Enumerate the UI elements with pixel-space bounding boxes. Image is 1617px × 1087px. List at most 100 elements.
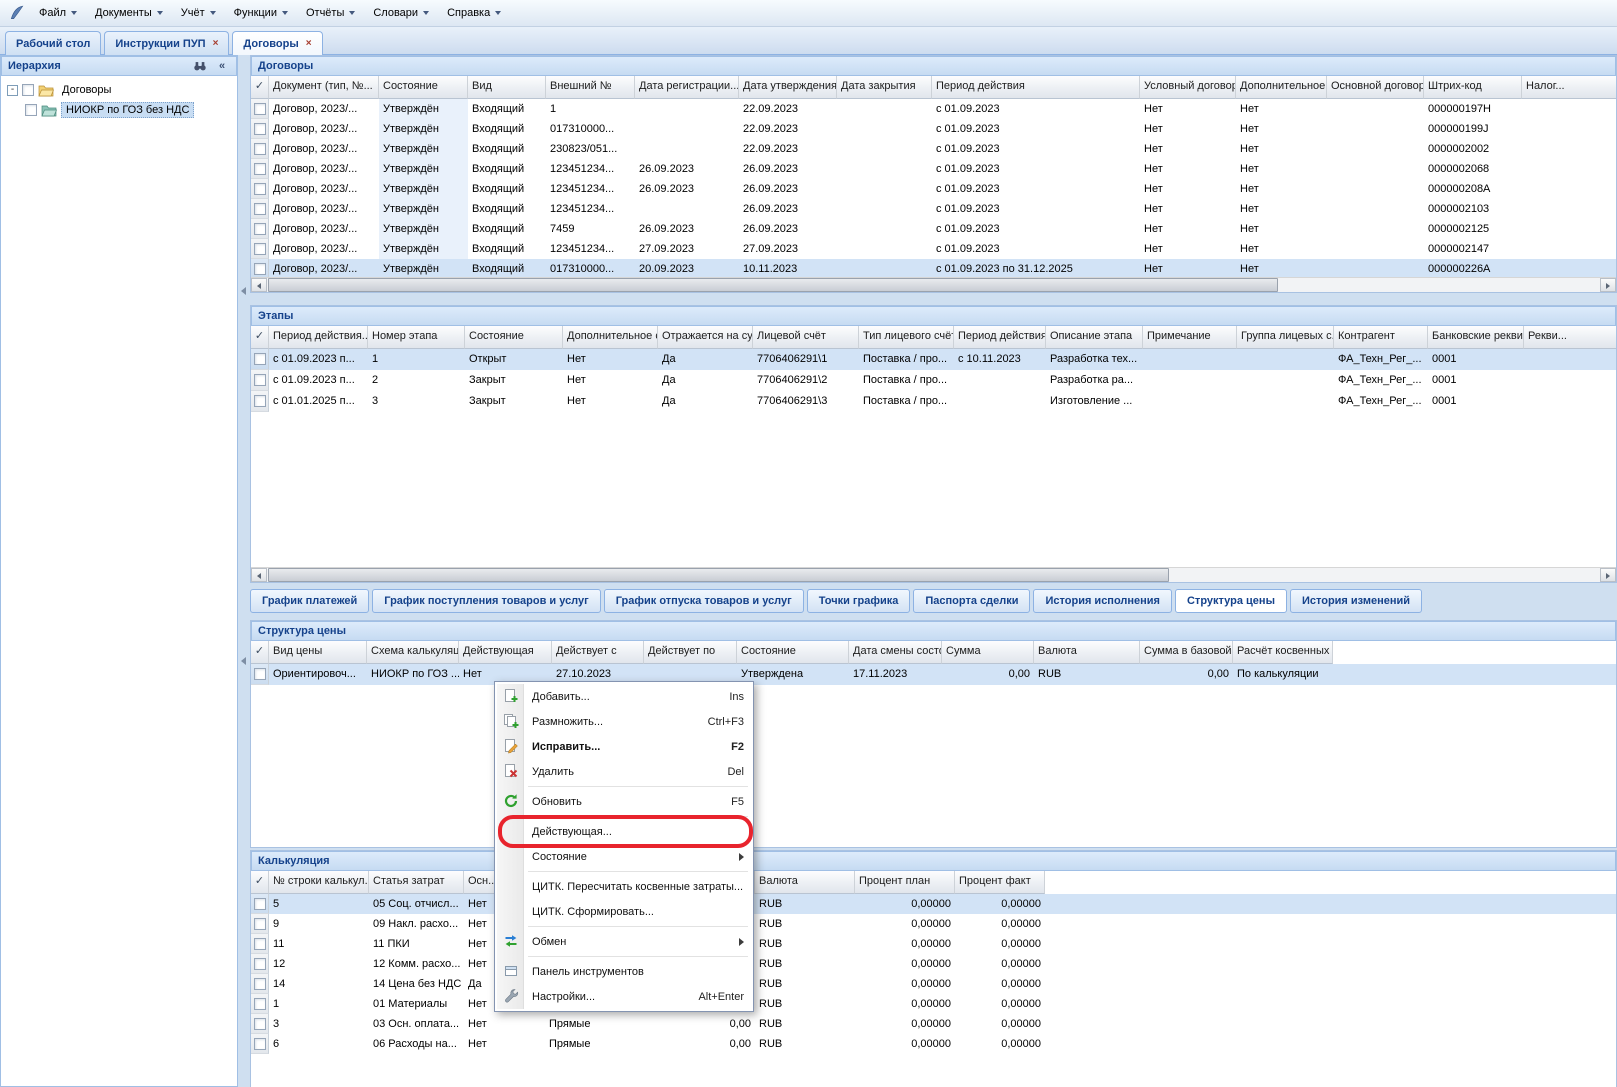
tab-инструкции-пуп[interactable]: Инструкции ПУП× xyxy=(104,31,229,55)
row-checkbox[interactable] xyxy=(254,243,266,255)
column-header-дата-регистрации[interactable]: Дата регистрации... xyxy=(635,76,739,99)
menu-item-удалить[interactable]: УдалитьDel xyxy=(497,759,751,784)
menu-item-состояние[interactable]: Состояние xyxy=(497,844,751,869)
table-row[interactable]: 1414 Цена без НДСДаRUB0,000000,00000 xyxy=(251,974,1616,994)
menu-item-размножить[interactable]: Размножить...Ctrl+F3 xyxy=(497,709,751,734)
stages-hscrollbar[interactable] xyxy=(251,567,1616,582)
table-row[interactable]: 606 Расходы на...НетПрямые0,00RUB0,00000… xyxy=(251,1034,1616,1054)
column-header-процент-факт[interactable]: Процент факт xyxy=(955,871,1045,894)
collapse-expander-icon[interactable]: - xyxy=(7,85,18,96)
column-header-дата-утверждения[interactable]: Дата утверждения xyxy=(739,76,837,99)
column-header-описание-этапа[interactable]: Описание этапа xyxy=(1046,326,1143,349)
column-header-внешний[interactable]: Внешний № xyxy=(546,76,635,99)
menubar-item-функции[interactable]: Функции xyxy=(225,0,297,26)
close-tab-icon[interactable]: × xyxy=(213,39,219,49)
column-header-действует-с[interactable]: Действует с xyxy=(552,641,644,664)
column-header-сумма[interactable]: Сумма xyxy=(942,641,1034,664)
table-row[interactable]: Договор, 2023/...УтверждёнВходящий017310… xyxy=(251,259,1616,279)
menu-item-настройки[interactable]: Настройки...Alt+Enter xyxy=(497,984,751,1009)
table-row[interactable]: с 01.09.2023 п...1ОткрытНетДа7706406291\… xyxy=(251,349,1616,370)
collapse-left-arrow-icon[interactable] xyxy=(241,657,246,665)
table-row[interactable]: Договор, 2023/...УтверждёнВходящий122.09… xyxy=(251,99,1616,119)
panel-splitter[interactable] xyxy=(238,55,250,1087)
column-header-документ-тип[interactable]: Документ (тип, №... xyxy=(269,76,379,99)
subtab-история-изменений[interactable]: История изменений xyxy=(1290,589,1422,613)
column-header-схема-калькуляци[interactable]: Схема калькуляци xyxy=(367,641,459,664)
column-header-лицевой-счёт[interactable]: Лицевой счёт xyxy=(753,326,859,349)
row-checkbox[interactable] xyxy=(254,263,266,275)
select-all-checkbox-header[interactable]: ✓ xyxy=(251,76,269,99)
column-header-номер-этапа[interactable]: Номер этапа xyxy=(368,326,465,349)
scroll-left-arrow-icon[interactable] xyxy=(251,568,267,582)
row-checkbox[interactable] xyxy=(254,1018,266,1030)
table-row[interactable]: 505 Соц. отчисл...НетRUB0,000000,00000 xyxy=(251,894,1616,914)
column-header-банковские-рекви[interactable]: Банковские рекви... xyxy=(1428,326,1524,349)
row-checkbox[interactable] xyxy=(254,918,266,930)
menu-item-цитк-сформировать[interactable]: ЦИТК. Сформировать... xyxy=(497,899,751,924)
column-header-состояние[interactable]: Состояние xyxy=(737,641,849,664)
tree-checkbox[interactable] xyxy=(25,104,37,116)
menubar-item-учёт[interactable]: Учёт xyxy=(172,0,225,26)
row-checkbox[interactable] xyxy=(254,374,266,386)
table-row[interactable]: 1212 Комм. расхо...НетRUB0,000000,00000 xyxy=(251,954,1616,974)
row-checkbox[interactable] xyxy=(254,958,266,970)
column-header-примечание[interactable]: Примечание xyxy=(1143,326,1237,349)
column-header-действующая[interactable]: Действующая xyxy=(459,641,552,664)
row-checkbox[interactable] xyxy=(254,998,266,1010)
menu-item-исправить[interactable]: Исправить...F2 xyxy=(497,734,751,759)
subtab-график-платежей[interactable]: График платежей xyxy=(250,589,369,613)
column-header-состояние[interactable]: Состояние xyxy=(379,76,468,99)
table-row[interactable]: Ориентировоч...НИОКР по ГОЗ ...Нет27.10.… xyxy=(251,664,1616,685)
tab-договоры[interactable]: Договоры× xyxy=(232,31,322,55)
column-header-состояние[interactable]: Состояние xyxy=(465,326,563,349)
column-header-дополнительное-с[interactable]: Дополнительное с xyxy=(563,326,658,349)
tab-рабочий-стол[interactable]: Рабочий стол xyxy=(5,31,101,55)
row-checkbox[interactable] xyxy=(254,1038,266,1050)
select-all-checkbox-header[interactable]: ✓ xyxy=(251,326,269,349)
table-row[interactable]: Договор, 2023/...УтверждёнВходящий017310… xyxy=(251,119,1616,139)
row-checkbox[interactable] xyxy=(254,203,266,215)
table-row[interactable]: Договор, 2023/...УтверждёнВходящий123451… xyxy=(251,179,1616,199)
subtab-график-отпуска-товаров-и-услуг[interactable]: График отпуска товаров и услуг xyxy=(604,589,804,613)
subtab-история-исполнения[interactable]: История исполнения xyxy=(1033,589,1172,613)
menubar-item-документы[interactable]: Документы xyxy=(86,0,172,26)
column-header-валюта[interactable]: Валюта xyxy=(755,871,855,894)
column-header-налог[interactable]: Налог... xyxy=(1522,76,1616,99)
table-row[interactable]: Договор, 2023/...УтверждёнВходящий123451… xyxy=(251,199,1616,219)
row-checkbox[interactable] xyxy=(254,143,266,155)
row-checkbox[interactable] xyxy=(254,183,266,195)
column-header-условный-договор[interactable]: Условный договор xyxy=(1140,76,1236,99)
column-header-статья-затрат[interactable]: Статья затрат xyxy=(369,871,464,894)
menubar-item-словари[interactable]: Словари xyxy=(364,0,438,26)
menu-item-добавить[interactable]: Добавить...Ins xyxy=(497,684,751,709)
column-header-период-действия-л[interactable]: Период действия л xyxy=(954,326,1046,349)
row-checkbox[interactable] xyxy=(254,938,266,950)
row-checkbox[interactable] xyxy=(254,353,266,365)
table-row[interactable]: с 01.09.2023 п...2ЗакрытНетДа7706406291\… xyxy=(251,370,1616,391)
table-row[interactable]: 1111 ПКИНетRUB0,000000,00000 xyxy=(251,934,1616,954)
column-header-действует-по[interactable]: Действует по xyxy=(644,641,737,664)
table-row[interactable]: Договор, 2023/...УтверждёнВходящий745926… xyxy=(251,219,1616,239)
table-row[interactable]: с 01.01.2025 п...3ЗакрытНетДа7706406291\… xyxy=(251,391,1616,412)
column-header-период-действия[interactable]: Период действия... xyxy=(269,326,368,349)
select-all-checkbox-header[interactable]: ✓ xyxy=(251,641,269,664)
collapse-left-arrow-icon[interactable] xyxy=(241,287,246,295)
select-all-checkbox-header[interactable]: ✓ xyxy=(251,871,269,894)
tree-node-ниокр-по-гоз-без-ндс[interactable]: НИОКР по ГОЗ без НДС xyxy=(3,100,199,120)
row-checkbox[interactable] xyxy=(254,223,266,235)
column-header-группа-лицевых-с[interactable]: Группа лицевых с... xyxy=(1237,326,1334,349)
column-header-контрагент[interactable]: Контрагент xyxy=(1334,326,1428,349)
menu-item-обновить[interactable]: ОбновитьF5 xyxy=(497,789,751,814)
column-header-валюта[interactable]: Валюта xyxy=(1034,641,1140,664)
table-row[interactable]: Договор, 2023/...УтверждёнВходящий123451… xyxy=(251,159,1616,179)
table-row[interactable]: 303 Осн. оплата...НетПрямые0,00RUB0,0000… xyxy=(251,1014,1616,1034)
column-header-вид-цены[interactable]: Вид цены xyxy=(269,641,367,664)
column-header-дата-закрытия[interactable]: Дата закрытия xyxy=(837,76,932,99)
menu-item-действующая[interactable]: Действующая... xyxy=(497,819,751,844)
row-checkbox[interactable] xyxy=(254,395,266,407)
column-header-рекви[interactable]: Рекви... xyxy=(1524,326,1616,349)
table-row[interactable]: 909 Накл. расхо...НетRUB0,000000,00000 xyxy=(251,914,1616,934)
table-row[interactable]: Договор, 2023/...УтверждёнВходящий230823… xyxy=(251,139,1616,159)
menubar-item-справка[interactable]: Справка xyxy=(438,0,510,26)
column-header-строки-калькул[interactable]: № строки калькул... xyxy=(269,871,369,894)
